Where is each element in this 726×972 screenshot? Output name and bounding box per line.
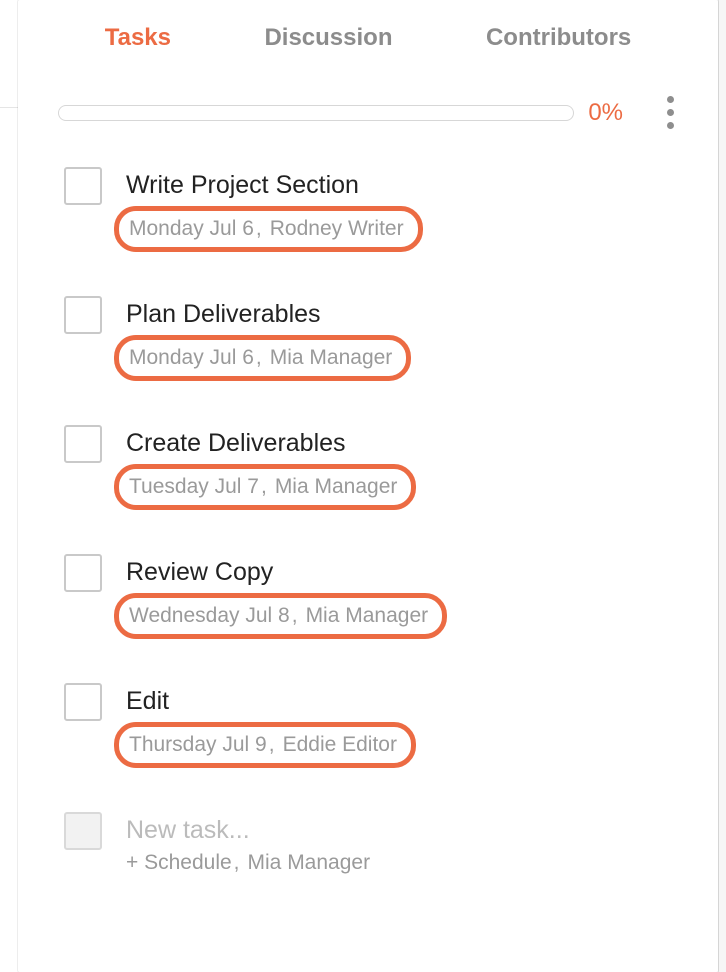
task-meta-highlight: Monday Jul 6, Mia Manager <box>114 335 411 381</box>
tab-tasks[interactable]: Tasks <box>105 24 171 52</box>
task-meta: + Schedule, Mia Manager <box>126 851 370 875</box>
task-meta-highlight: Thursday Jul 9, Eddie Editor <box>114 722 416 768</box>
new-task-input[interactable]: New task... <box>126 816 678 845</box>
task-date[interactable]: Thursday Jul 9 <box>129 733 267 757</box>
task-list: Write Project Section Monday Jul 6, Rodn… <box>18 143 718 875</box>
new-task-row[interactable]: New task... + Schedule, Mia Manager <box>64 812 678 875</box>
task-title[interactable]: Review Copy <box>126 558 678 587</box>
task-checkbox[interactable] <box>64 167 102 205</box>
task-assignee[interactable]: Eddie Editor <box>283 733 397 757</box>
task-checkbox[interactable] <box>64 425 102 463</box>
task-checkbox[interactable] <box>64 812 102 850</box>
task-meta-highlight: Monday Jul 6, Rodney Writer <box>114 206 423 252</box>
task-row[interactable]: Write Project Section Monday Jul 6, Rodn… <box>64 167 678 252</box>
tasks-panel: Tasks Discussion Contributors 0% Write P… <box>18 0 718 972</box>
task-checkbox[interactable] <box>64 683 102 721</box>
progress-bar <box>58 105 574 121</box>
progress-row: 0% <box>18 62 718 143</box>
task-row[interactable]: Plan Deliverables Monday Jul 6, Mia Mana… <box>64 296 678 381</box>
task-row[interactable]: Edit Thursday Jul 9, Eddie Editor <box>64 683 678 768</box>
task-date[interactable]: Tuesday Jul 7 <box>129 475 259 499</box>
task-checkbox[interactable] <box>64 554 102 592</box>
task-checkbox[interactable] <box>64 296 102 334</box>
progress-percent: 0% <box>588 99 623 127</box>
scrollbar[interactable] <box>718 0 726 972</box>
tab-contributors[interactable]: Contributors <box>486 24 631 52</box>
task-assignee[interactable]: Mia Manager <box>248 851 371 875</box>
task-meta-highlight: Wednesday Jul 8, Mia Manager <box>114 593 447 639</box>
task-date[interactable]: Monday Jul 6 <box>129 346 254 370</box>
task-date[interactable]: Wednesday Jul 8 <box>129 604 290 628</box>
task-assignee[interactable]: Mia Manager <box>270 346 393 370</box>
tabs: Tasks Discussion Contributors <box>18 24 718 62</box>
task-row[interactable]: Create Deliverables Tuesday Jul 7, Mia M… <box>64 425 678 510</box>
schedule-link[interactable]: + Schedule <box>126 851 232 875</box>
more-menu-icon[interactable] <box>663 92 678 133</box>
task-title[interactable]: Edit <box>126 687 678 716</box>
task-title[interactable]: Plan Deliverables <box>126 300 678 329</box>
task-date[interactable]: Monday Jul 6 <box>129 217 254 241</box>
task-assignee[interactable]: Rodney Writer <box>270 217 404 241</box>
task-meta-highlight: Tuesday Jul 7, Mia Manager <box>114 464 416 510</box>
tab-discussion[interactable]: Discussion <box>264 24 392 52</box>
task-title[interactable]: Create Deliverables <box>126 429 678 458</box>
task-title[interactable]: Write Project Section <box>126 171 678 200</box>
task-row[interactable]: Review Copy Wednesday Jul 8, Mia Manager <box>64 554 678 639</box>
task-assignee[interactable]: Mia Manager <box>306 604 429 628</box>
task-assignee[interactable]: Mia Manager <box>275 475 398 499</box>
